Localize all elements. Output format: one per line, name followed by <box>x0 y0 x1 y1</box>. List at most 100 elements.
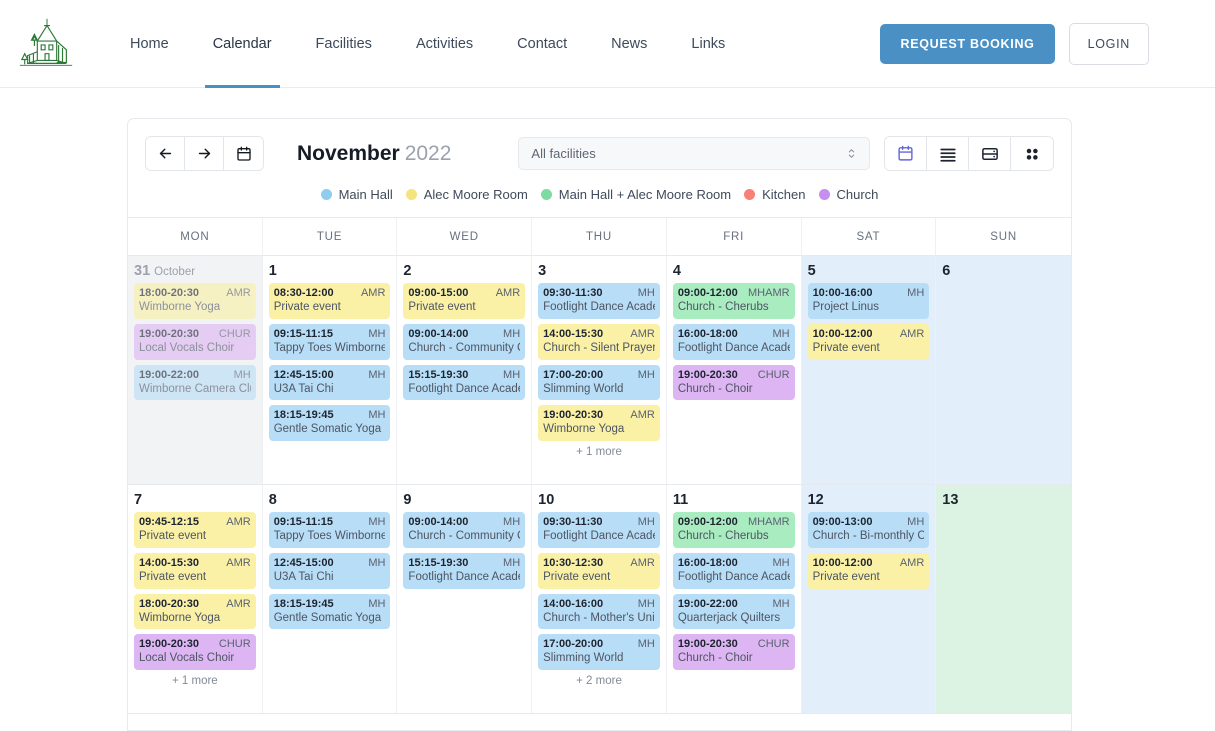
event-chip[interactable]: 17:00-20:00 MH Slimming World <box>538 634 660 671</box>
event-chip[interactable]: 09:00-15:00 AMR Private event <box>403 283 526 319</box>
event-chip[interactable]: 16:00-18:00 MHFootlight Dance Academy <box>672 323 795 360</box>
legend-item[interactable]: Kitchen <box>744 187 806 202</box>
day-cell[interactable]: 11 09:00-12:00 MHAMR Church - Cherubs 16:00-… <box>666 485 802 713</box>
event-chip[interactable]: 19:00-22:00 MH Quarterjack Quilters <box>672 593 795 630</box>
event-chip[interactable]: 19:00-20:30 CHUR Local Vocals Choir <box>134 634 256 671</box>
prev-month-button[interactable] <box>146 137 185 170</box>
event-room: MH <box>637 638 655 651</box>
legend-item[interactable]: Alec Moore Room <box>405 187 528 202</box>
event-time: 09:00-12:00 <box>677 516 738 528</box>
event-room: MH <box>637 597 655 610</box>
event-chip[interactable]: 09:00-14:00MHChurch - Community Cafe <box>403 323 526 360</box>
view-button-grid[interactable] <box>1011 137 1053 170</box>
event-title: Church - Bi-monthly Coffee <box>812 530 925 543</box>
event-chip[interactable]: 09:00-12:00 MHAMR Church - Cherubs <box>672 512 795 548</box>
event-chip[interactable]: 10:00-16:00 MH Project Linus <box>807 283 930 319</box>
event-room: MH <box>637 368 655 381</box>
event-chip[interactable]: 15:15-19:30 MHFootlight Dance Academy <box>403 364 526 401</box>
event-room: AMR <box>899 327 925 340</box>
today-button[interactable] <box>224 137 263 170</box>
day-cell[interactable]: 1 08:30-12:00 AMR Private event 09:15-11:15 M… <box>262 256 398 484</box>
event-chip[interactable]: 14:00-15:30 AMR Private event <box>134 552 256 589</box>
day-cell[interactable]: 10 09:30-11:30 MH Footlight Dance Academy 10… <box>532 485 667 713</box>
event-chip[interactable]: 16:00-18:00 MHFootlight Dance Academy <box>672 552 795 589</box>
event-chip[interactable]: 19:00-22:00 MH Wimborne Camera Club <box>134 364 256 401</box>
facility-select[interactable]: All facilitiesMain HallAlec Moore RoomMa… <box>518 137 871 170</box>
legend-label: Main Hall <box>338 187 393 202</box>
nav-link-contact[interactable]: Contact <box>495 0 589 88</box>
day-cell[interactable]: 3 09:30-11:30 MH Footlight Dance Academy 14:… <box>532 256 667 484</box>
legend-color-dot <box>744 189 756 200</box>
legend-item[interactable]: Church <box>818 187 878 202</box>
more-events-link[interactable]: + 1 more <box>538 446 660 458</box>
request-booking-button[interactable]: REQUEST BOOKING <box>880 23 1055 64</box>
event-chip[interactable]: 09:00-12:00 MHAMR Church - Cherubs <box>672 283 795 319</box>
event-chip[interactable]: 18:15-19:45 MH Gentle Somatic Yoga <box>268 593 391 630</box>
period-month: November <box>297 141 400 165</box>
event-chip[interactable]: 08:30-12:00 AMR Private event <box>268 283 391 319</box>
event-chip[interactable]: 09:00-13:00 MH Church - Bi-monthly Coffee <box>807 512 930 548</box>
view-button-agenda[interactable] <box>969 137 1011 170</box>
view-button-month[interactable] <box>885 137 927 170</box>
event-chip[interactable]: 09:45-12:15 AMR Private event <box>134 512 256 548</box>
event-time: 19:00-20:30 <box>677 368 738 381</box>
nav-link-links[interactable]: Links <box>669 0 747 88</box>
legend-item[interactable]: Main Hall <box>320 187 393 202</box>
event-room: MH <box>368 516 386 528</box>
day-cell[interactable]: 31 October 18:00-20:30 AMR Wimborne Yoga 19:0… <box>128 256 263 484</box>
event-chip[interactable]: 12:45-15:00 MH U3A Tai Chi <box>268 552 391 589</box>
nav-link-news[interactable]: News <box>589 0 669 88</box>
nav-link-home[interactable]: Home <box>108 0 191 88</box>
day-cell[interactable]: 6 <box>936 256 1071 484</box>
view-button-list[interactable] <box>927 137 969 170</box>
event-title: Slimming World <box>543 652 624 665</box>
event-chip[interactable]: 09:15-11:15 MH Tappy Toes Wimborne <box>268 512 391 548</box>
more-events-link[interactable]: + 2 more <box>538 675 660 687</box>
event-chip[interactable]: 19:00-20:30 AMR Wimborne Yoga <box>538 405 660 442</box>
event-chip[interactable]: 10:00-12:00 AMR Private event <box>807 323 930 360</box>
event-chip[interactable]: 18:15-19:45 MH Gentle Somatic Yoga <box>268 405 391 442</box>
event-chip[interactable]: 18:00-20:30 AMR Wimborne Yoga <box>134 593 256 630</box>
event-chip[interactable]: 09:30-11:30 MH Footlight Dance Academy <box>538 512 660 548</box>
day-cell[interactable]: 12 09:00-13:00 MH Church - Bi-monthly Coffe… <box>801 485 937 713</box>
nav-link-activities[interactable]: Activities <box>394 0 495 88</box>
event-chip[interactable]: 12:45-15:00 MH U3A Tai Chi <box>268 364 391 401</box>
event-chip[interactable]: 10:00-12:00 AMR Private event <box>807 552 930 589</box>
event-chip[interactable]: 17:00-20:00 MH Slimming World <box>538 364 660 401</box>
event-header: 19:00-20:30 AMR <box>543 408 655 422</box>
day-cell[interactable]: 2 09:00-15:00 AMR Private event 09:00-14:00 M… <box>397 256 533 484</box>
event-chip[interactable]: 14:00-15:30 AMR Church - Silent Prayer <box>538 323 660 360</box>
event-chip[interactable]: 19:00-20:30 CHUR Local Vocals Choir <box>134 323 256 360</box>
event-title: Tappy Toes Wimborne <box>273 341 386 354</box>
event-chip[interactable]: 14:00-16:00 MHChurch - Mother's Union <box>538 593 660 630</box>
event-header: 09:30-11:30 MH <box>543 286 655 300</box>
next-month-button[interactable] <box>185 137 224 170</box>
calendar-icon <box>236 146 251 161</box>
village-hall-logo-icon[interactable] <box>16 13 78 75</box>
event-chip[interactable]: 15:15-19:30 MHFootlight Dance Academy <box>403 552 526 589</box>
facility-filter: All facilitiesMain HallAlec Moore RoomMa… <box>518 137 871 170</box>
event-chip[interactable]: 09:00-14:00MHChurch - Community Cafe <box>403 512 526 548</box>
legend-item[interactable]: Main Hall + Alec Moore Room <box>540 187 731 202</box>
login-button[interactable]: LOGIN <box>1068 22 1149 65</box>
day-cell[interactable]: 9 09:00-14:00 MH Church - Community Cafe 15:… <box>397 485 533 713</box>
day-cell[interactable]: 13 <box>936 485 1071 713</box>
event-time: 09:45-12:15 <box>139 516 199 528</box>
weekday-header-cell: FRI <box>667 218 802 255</box>
event-chip[interactable]: 18:00-20:30 AMR Wimborne Yoga <box>134 283 256 319</box>
nav-link-facilities[interactable]: Facilities <box>294 0 394 88</box>
event-time: 12:45-15:00 <box>273 368 334 381</box>
event-chip[interactable]: 19:00-20:30 CHUR Church - Choir <box>672 364 795 401</box>
more-events-link[interactable]: + 1 more <box>134 675 256 687</box>
event-chip[interactable]: 09:30-11:30 MH Footlight Dance Academy <box>538 283 660 319</box>
day-cell[interactable]: 5 10:00-16:00 MH Project Linus 10:00-12:00 AM… <box>801 256 937 484</box>
event-chip[interactable]: 19:00-20:30 CHUR Church - Choir <box>672 634 795 671</box>
event-time: 16:00-18:00 <box>677 327 738 340</box>
event-chip[interactable]: 10:30-12:30 AMR Private event <box>538 552 660 589</box>
event-title: Private event <box>812 570 880 583</box>
day-cell[interactable]: 7 09:45-12:15 AMR Private event 14:00-15:30 A… <box>128 485 263 713</box>
day-cell[interactable]: 8 09:15-11:15 MH Tappy Toes Wimborne 12:45-1… <box>262 485 398 713</box>
nav-link-calendar[interactable]: Calendar <box>191 0 294 88</box>
day-cell[interactable]: 4 09:00-12:00 MHAMR Church - Cherubs 16:00-1… <box>666 256 802 484</box>
event-chip[interactable]: 09:15-11:15 MH Tappy Toes Wimborne <box>268 323 391 360</box>
